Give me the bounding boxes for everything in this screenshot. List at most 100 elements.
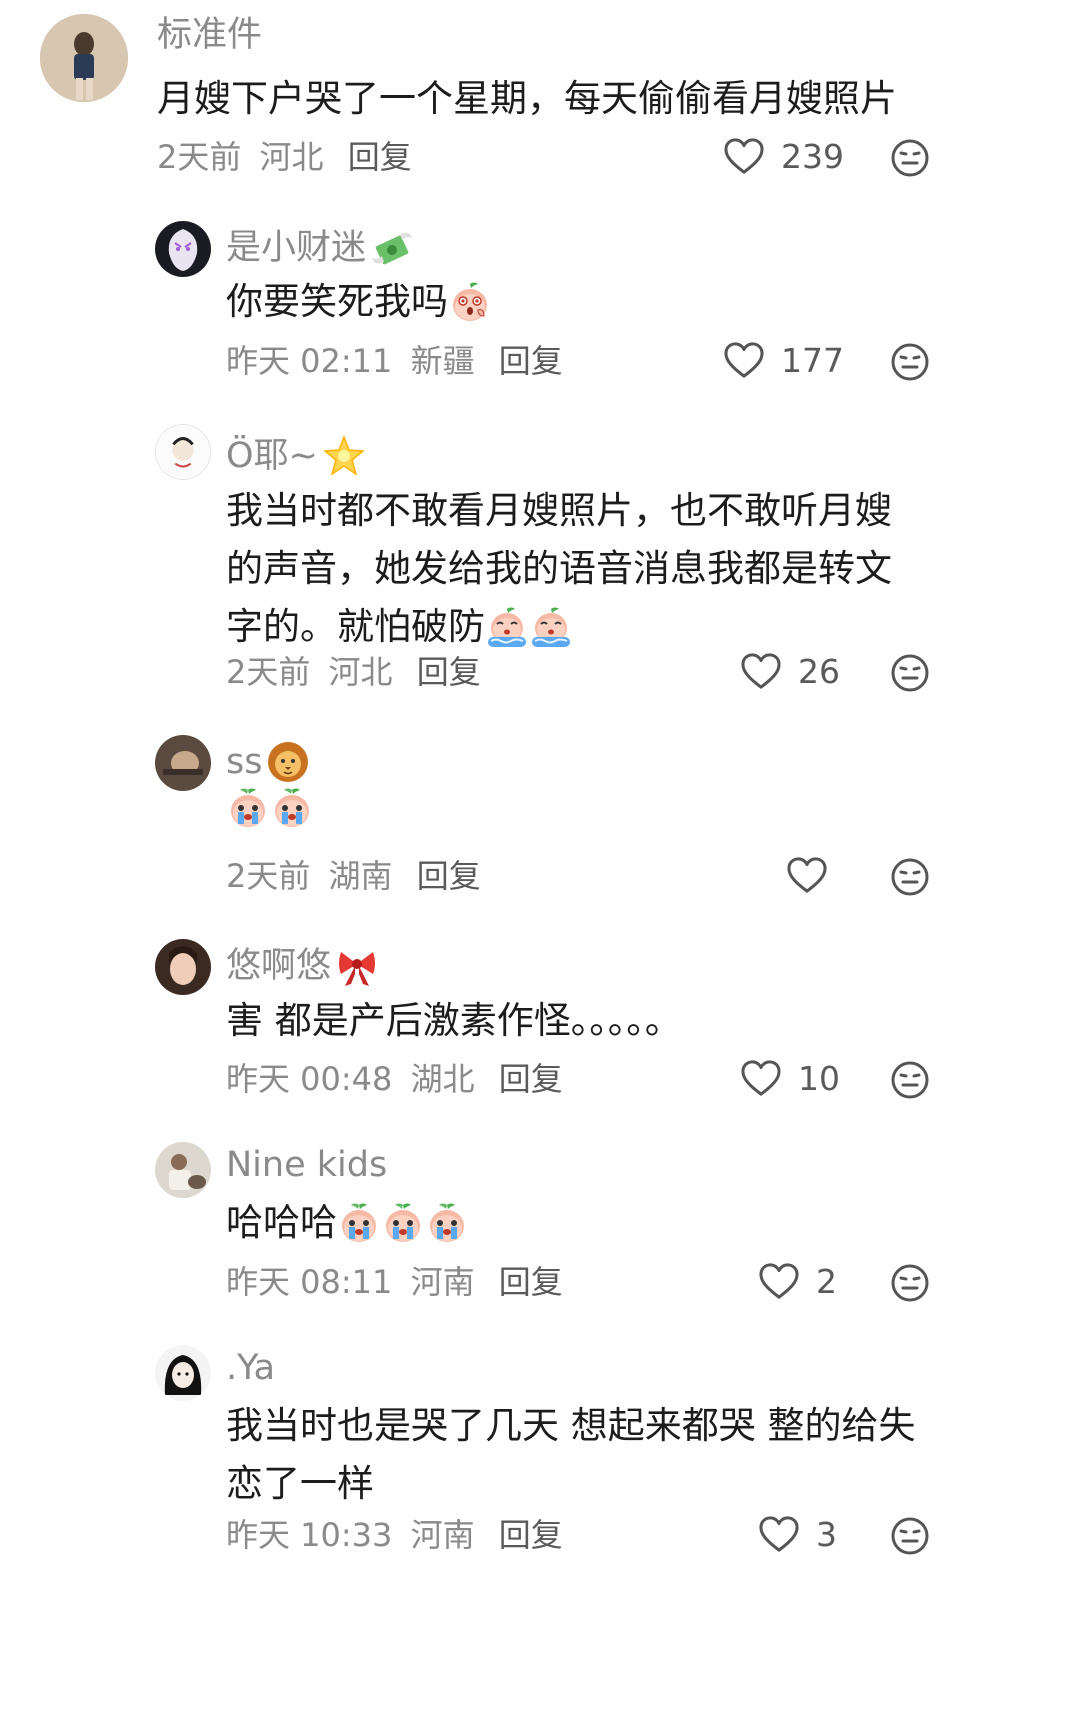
like-button[interactable]: 239: [723, 137, 844, 175]
username[interactable]: ss: [226, 740, 310, 784]
comment-location: 湖南: [328, 857, 393, 895]
comment-time: 2天前: [226, 857, 311, 895]
comment-meta: 2天前 河北 回复: [157, 141, 412, 173]
avatar[interactable]: [155, 424, 211, 480]
neutral-face-icon[interactable]: [890, 1263, 930, 1303]
like-button[interactable]: [786, 856, 828, 894]
like-count: 26: [798, 651, 840, 691]
comment-time: 昨天 02:11: [226, 342, 393, 380]
comment-meta: 昨天 08:11 河南 回复: [226, 1266, 563, 1298]
like-button[interactable]: 26: [740, 652, 840, 690]
peach-sob-emoji: [485, 605, 529, 649]
peach-gasp-emoji: [448, 280, 492, 324]
comment-meta: 2天前 湖南 回复: [226, 860, 481, 892]
heart-outline-icon: [740, 1059, 782, 1097]
like-count: 2: [816, 1261, 837, 1301]
comment-meta: 昨天 00:48 湖北 回复: [226, 1063, 563, 1095]
like-button[interactable]: 2: [758, 1262, 837, 1300]
username[interactable]: .Ya: [226, 1351, 275, 1386]
avatar[interactable]: [40, 14, 128, 102]
avatar[interactable]: [155, 1345, 211, 1401]
peach-cry-emoji: [270, 786, 314, 830]
comment-text-line: 我当时都不敢看月嫂照片，也不敢听月嫂: [226, 489, 892, 532]
reply-button[interactable]: 回复: [417, 857, 481, 895]
username-text: ss: [226, 741, 263, 782]
avatar[interactable]: [155, 221, 211, 277]
username[interactable]: 是小财迷: [226, 226, 414, 270]
username[interactable]: 悠啊悠: [226, 944, 379, 988]
heart-outline-icon: [723, 341, 765, 379]
comment-text-line: 恋了一样: [226, 1462, 374, 1505]
reply-button[interactable]: 回复: [417, 653, 481, 691]
like-count: 239: [781, 136, 844, 176]
peach-cry-emoji: [381, 1201, 425, 1245]
username[interactable]: Ö耶~: [226, 434, 366, 478]
neutral-face-icon[interactable]: [890, 138, 930, 178]
like-button[interactable]: 177: [723, 341, 844, 379]
reply-button[interactable]: 回复: [499, 1060, 563, 1098]
comment-text: 你要笑死我吗: [226, 273, 492, 331]
reply-button[interactable]: 回复: [499, 1516, 563, 1554]
comment-meta: 昨天 10:33 河南 回复: [226, 1519, 563, 1551]
comment-text-content: 哈哈哈: [226, 1201, 337, 1244]
money-wings-emoji: [370, 226, 414, 270]
avatar[interactable]: [155, 1142, 211, 1198]
neutral-face-icon[interactable]: [890, 1516, 930, 1556]
ribbon-emoji: [335, 944, 379, 988]
glowing-star-emoji: [322, 434, 366, 478]
comment-text: 月嫂下户哭了一个星期，每天偷偷看月嫂照片: [157, 70, 897, 128]
username[interactable]: Nine kids: [226, 1148, 387, 1183]
comment-time: 昨天 10:33: [226, 1516, 393, 1554]
avatar[interactable]: [155, 735, 211, 791]
like-count: 177: [781, 340, 844, 380]
heart-outline-icon: [723, 137, 765, 175]
username-text: 是小财迷: [226, 227, 367, 268]
comment-location: 湖北: [410, 1060, 475, 1098]
username[interactable]: 标准件: [157, 18, 262, 53]
comment-meta: 2天前 河北 回复: [226, 656, 481, 688]
like-count: 3: [816, 1514, 837, 1554]
comment-meta: 昨天 02:11 新疆 回复: [226, 345, 563, 377]
peach-cry-emoji: [226, 786, 270, 830]
comment-text-line: 的声音，她发给我的语音消息我都是转文: [226, 547, 892, 590]
comment-text-content: 害 都是产后激素作怪。。。。。: [226, 999, 682, 1042]
comment-time: 2天前: [226, 653, 311, 691]
comment-text-content: 你要笑死我吗: [226, 280, 448, 323]
like-count: 10: [798, 1058, 840, 1098]
lion-emoji: [266, 740, 310, 784]
heart-outline-icon: [758, 1515, 800, 1553]
neutral-face-icon[interactable]: [890, 1060, 930, 1100]
neutral-face-icon[interactable]: [890, 653, 930, 693]
comment-location: 河北: [259, 138, 324, 176]
reply-button[interactable]: 回复: [499, 1263, 563, 1301]
comment-location: 新疆: [410, 342, 475, 380]
heart-outline-icon: [786, 856, 828, 894]
comment-location: 河南: [410, 1516, 475, 1554]
heart-outline-icon: [758, 1262, 800, 1300]
comment-time: 昨天 08:11: [226, 1263, 393, 1301]
peach-cry-emoji: [425, 1201, 469, 1245]
username-text: Ö耶~: [226, 435, 318, 476]
neutral-face-icon[interactable]: [890, 342, 930, 382]
comment-time: 2天前: [157, 138, 242, 176]
comment-location: 河南: [410, 1263, 475, 1301]
comment-text: 我当时也是哭了几天 想起来都哭 整的给失 恋了一样: [226, 1397, 966, 1513]
comment-text: [226, 786, 314, 830]
username-text: 标准件: [157, 15, 263, 55]
username-text: Nine kids: [226, 1145, 388, 1185]
comment-time: 昨天 00:48: [226, 1060, 393, 1098]
reply-button[interactable]: 回复: [348, 138, 412, 176]
comment-text: 哈哈哈: [226, 1194, 469, 1252]
neutral-face-icon[interactable]: [890, 857, 930, 897]
heart-outline-icon: [740, 652, 782, 690]
peach-cry-emoji: [337, 1201, 381, 1245]
reply-button[interactable]: 回复: [499, 342, 563, 380]
username-text: 悠啊悠: [226, 945, 332, 986]
comment-text-content: 月嫂下户哭了一个星期，每天偷偷看月嫂照片: [157, 77, 897, 120]
peach-sob-emoji: [529, 605, 573, 649]
like-button[interactable]: 3: [758, 1515, 837, 1553]
comment-text: 害 都是产后激素作怪。。。。。: [226, 992, 682, 1050]
avatar[interactable]: [155, 939, 211, 995]
like-button[interactable]: 10: [740, 1059, 840, 1097]
comment-location: 河北: [328, 653, 393, 691]
